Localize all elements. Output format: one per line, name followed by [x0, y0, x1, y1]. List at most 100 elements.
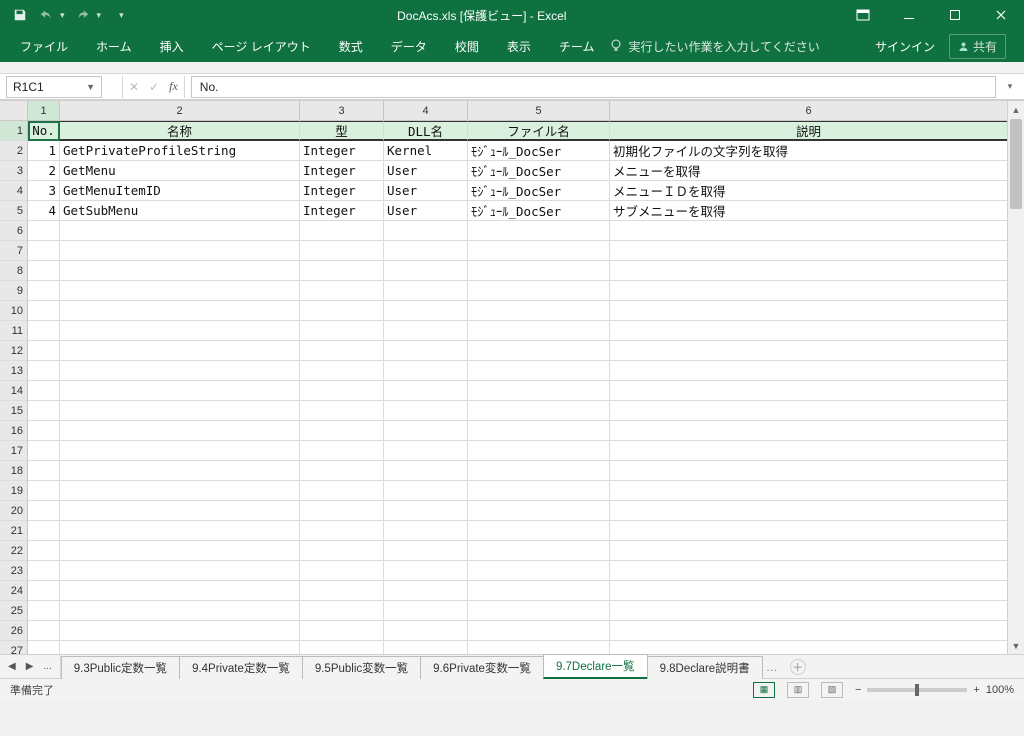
- table-cell[interactable]: [300, 481, 384, 501]
- table-cell[interactable]: [468, 421, 610, 441]
- table-cell[interactable]: [300, 261, 384, 281]
- table-cell[interactable]: [384, 601, 468, 621]
- table-cell[interactable]: Integer: [300, 201, 384, 221]
- zoom-out-button[interactable]: −: [855, 684, 861, 696]
- ribbon-display-icon[interactable]: [840, 0, 886, 30]
- table-cell[interactable]: [610, 401, 1008, 421]
- table-cell[interactable]: [28, 561, 60, 581]
- table-cell[interactable]: [28, 581, 60, 601]
- table-cell[interactable]: Integer: [300, 141, 384, 161]
- tellme-search[interactable]: 実行したい作業を入力してください: [610, 38, 819, 55]
- table-cell[interactable]: [468, 241, 610, 261]
- table-cell[interactable]: [300, 441, 384, 461]
- row-header[interactable]: 22: [0, 541, 28, 561]
- redo-icon[interactable]: [75, 7, 91, 23]
- table-cell[interactable]: [28, 281, 60, 301]
- table-cell[interactable]: [28, 421, 60, 441]
- table-cell[interactable]: [300, 321, 384, 341]
- table-cell[interactable]: 4: [28, 201, 60, 221]
- table-cell[interactable]: [610, 541, 1008, 561]
- table-cell[interactable]: [300, 381, 384, 401]
- table-cell[interactable]: [610, 261, 1008, 281]
- table-cell[interactable]: [468, 541, 610, 561]
- cancel-icon[interactable]: ✕: [129, 80, 139, 94]
- table-cell[interactable]: [610, 301, 1008, 321]
- qat-customize-icon[interactable]: ▾: [119, 10, 124, 21]
- table-cell[interactable]: [384, 241, 468, 261]
- table-cell[interactable]: ﾓｼﾞｭｰﾙ_DocSer: [468, 161, 610, 181]
- table-cell[interactable]: [384, 341, 468, 361]
- table-cell[interactable]: [384, 441, 468, 461]
- table-cell[interactable]: Kernel: [384, 141, 468, 161]
- row-header[interactable]: 6: [0, 221, 28, 241]
- table-cell[interactable]: [468, 281, 610, 301]
- row-header[interactable]: 26: [0, 621, 28, 641]
- table-cell[interactable]: [468, 401, 610, 421]
- table-cell[interactable]: [60, 241, 300, 261]
- row-header[interactable]: 14: [0, 381, 28, 401]
- table-cell[interactable]: [384, 481, 468, 501]
- table-cell[interactable]: [60, 441, 300, 461]
- redo-more-icon[interactable]: ▾: [97, 10, 102, 21]
- table-cell[interactable]: [610, 281, 1008, 301]
- row-header[interactable]: 9: [0, 281, 28, 301]
- new-sheet-button[interactable]: ＋: [790, 659, 806, 675]
- table-cell[interactable]: User: [384, 201, 468, 221]
- tab-page-layout[interactable]: ページ レイアウト: [200, 32, 323, 61]
- worksheet-grid[interactable]: 123456 1No.名称型DLL名ファイル名説明21GetPrivatePro…: [0, 100, 1024, 654]
- share-button[interactable]: 共有: [949, 34, 1006, 59]
- formula-input[interactable]: No.: [191, 76, 996, 98]
- table-cell[interactable]: [28, 621, 60, 641]
- minimize-button[interactable]: [886, 0, 932, 30]
- table-cell[interactable]: [28, 441, 60, 461]
- row-header[interactable]: 25: [0, 601, 28, 621]
- table-cell[interactable]: [610, 501, 1008, 521]
- sheet-tab[interactable]: 9.5Public変数一覧: [302, 656, 421, 679]
- table-cell[interactable]: [60, 481, 300, 501]
- sheet-tab[interactable]: 9.8Declare説明書: [647, 656, 763, 679]
- row-header[interactable]: 18: [0, 461, 28, 481]
- table-cell[interactable]: Integer: [300, 181, 384, 201]
- row-header[interactable]: 4: [0, 181, 28, 201]
- table-cell[interactable]: [60, 461, 300, 481]
- close-button[interactable]: [978, 0, 1024, 30]
- table-cell[interactable]: [60, 561, 300, 581]
- row-header[interactable]: 16: [0, 421, 28, 441]
- table-cell[interactable]: [468, 321, 610, 341]
- sheet-overflow[interactable]: ...: [43, 661, 51, 672]
- table-cell[interactable]: [384, 461, 468, 481]
- table-cell[interactable]: [468, 641, 610, 654]
- sheet-next-icon[interactable]: ▶: [26, 661, 34, 672]
- table-cell[interactable]: [468, 381, 610, 401]
- table-cell[interactable]: [28, 521, 60, 541]
- table-cell[interactable]: [384, 361, 468, 381]
- table-cell[interactable]: 3: [28, 181, 60, 201]
- table-cell[interactable]: [60, 361, 300, 381]
- table-cell[interactable]: [300, 301, 384, 321]
- table-cell[interactable]: 1: [28, 141, 60, 161]
- table-cell[interactable]: [610, 641, 1008, 654]
- table-cell[interactable]: [384, 421, 468, 441]
- table-cell[interactable]: [60, 581, 300, 601]
- table-cell[interactable]: [28, 301, 60, 321]
- table-cell[interactable]: [28, 361, 60, 381]
- table-cell[interactable]: [384, 561, 468, 581]
- table-cell[interactable]: [60, 381, 300, 401]
- row-header[interactable]: 17: [0, 441, 28, 461]
- table-cell[interactable]: [300, 221, 384, 241]
- table-cell[interactable]: [384, 261, 468, 281]
- table-header-cell[interactable]: DLL名: [384, 121, 468, 141]
- row-header[interactable]: 23: [0, 561, 28, 581]
- table-cell[interactable]: [468, 221, 610, 241]
- table-cell[interactable]: [60, 621, 300, 641]
- table-cell[interactable]: [60, 281, 300, 301]
- vertical-scrollbar[interactable]: ▲ ▼: [1007, 101, 1024, 654]
- table-cell[interactable]: User: [384, 161, 468, 181]
- table-cell[interactable]: [468, 441, 610, 461]
- view-page-layout-icon[interactable]: ▥: [787, 682, 809, 698]
- table-cell[interactable]: [28, 381, 60, 401]
- table-header-cell[interactable]: 名称: [60, 121, 300, 141]
- table-cell[interactable]: GetPrivateProfileString: [60, 141, 300, 161]
- table-cell[interactable]: [610, 481, 1008, 501]
- row-header[interactable]: 3: [0, 161, 28, 181]
